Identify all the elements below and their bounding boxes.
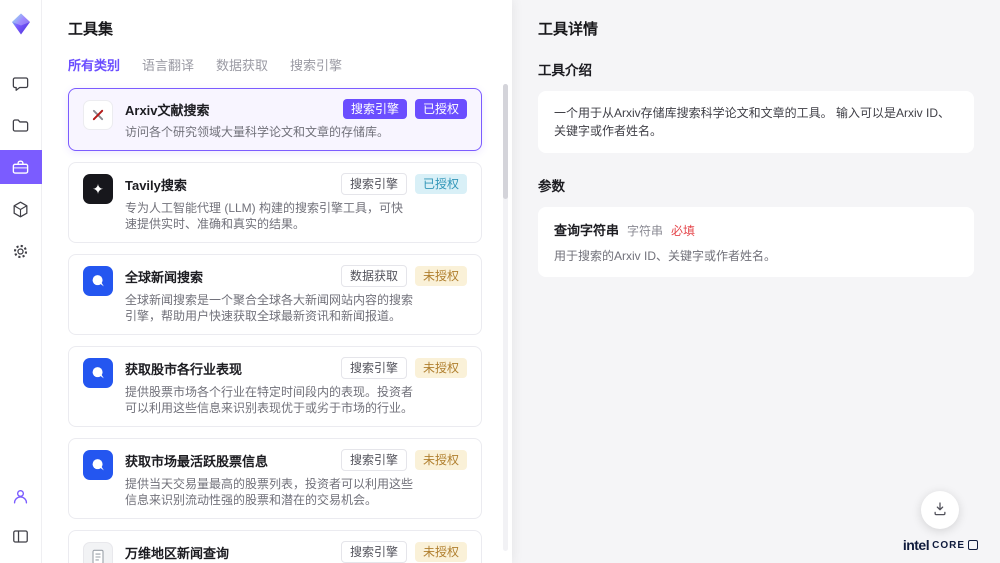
tool-description: 访问各个研究领域大量科学论文和文章的存储库。 [125, 124, 413, 140]
tool-detail-panel: 工具详情 工具介绍 一个用于从Arxiv存储库搜索科学论文和文章的工具。 输入可… [512, 0, 1000, 563]
tool-list-panel: 工具集 所有类别 语言翻译 数据获取 搜索引擎 Arxiv文献搜索 搜索引擎 已… [42, 0, 512, 563]
app-logo-icon[interactable] [9, 12, 33, 36]
tool-card-list: Arxiv文献搜索 搜索引擎 已授权 访问各个研究领域大量科学论文和文章的存储库… [68, 88, 482, 563]
intro-section-title: 工具介绍 [538, 59, 974, 79]
category-badge: 搜索引擎 [341, 449, 407, 471]
sidebar-item-user[interactable] [0, 479, 42, 513]
sidebar-item-plugins[interactable] [0, 192, 42, 226]
sparkle-glyph: ✦ [92, 181, 104, 198]
category-badge: 搜索引擎 [343, 99, 407, 119]
cube-icon [11, 200, 30, 219]
tool-card[interactable]: 获取股市各行业表现 搜索引擎 未授权 提供股票市场各个行业在特定时间段内的表现。… [68, 346, 482, 427]
tool-title: 获取市场最活跃股票信息 [125, 451, 333, 470]
tool-card[interactable]: Arxiv文献搜索 搜索引擎 已授权 访问各个研究领域大量科学论文和文章的存储库… [68, 88, 482, 151]
page-title: 工具集 [68, 18, 482, 39]
param-required-badge: 必填 [671, 222, 695, 239]
tool-card[interactable]: ✦ Tavily搜索 搜索引擎 已授权 专为人工智能代理 (LLM) 构建的搜索… [68, 162, 482, 243]
doc-logo-icon [83, 542, 113, 563]
auth-badge: 未授权 [415, 542, 467, 562]
download-button[interactable] [921, 491, 959, 529]
category-badge: 数据获取 [341, 265, 407, 287]
sidebar-item-chat[interactable] [0, 66, 42, 100]
scrollbar-thumb[interactable] [503, 84, 508, 199]
stock-logo-icon [83, 358, 113, 388]
tool-card[interactable]: 获取市场最活跃股票信息 搜索引擎 未授权 提供当天交易量最高的股票列表，投资者可… [68, 438, 482, 519]
auth-badge: 已授权 [415, 99, 467, 119]
param-description: 用于搜索的Arxiv ID、关键字或作者姓名。 [554, 247, 958, 264]
tool-card[interactable]: 万维地区新闻查询 搜索引擎 未授权 查询具体行政区划内的新闻，快速了解各地新闻动 [68, 530, 482, 563]
tool-title: Tavily搜索 [125, 175, 333, 194]
tool-title: 全球新闻搜索 [125, 267, 333, 286]
panel-layout-icon [11, 527, 30, 546]
user-icon [11, 487, 30, 506]
tab-language-translation[interactable]: 语言翻译 [142, 55, 194, 74]
sidebar [0, 0, 42, 563]
sidebar-nav [0, 66, 41, 268]
params-section-title: 参数 [538, 175, 974, 195]
detail-title: 工具详情 [538, 18, 974, 39]
category-badge: 搜索引擎 [341, 173, 407, 195]
tool-intro-text: 一个用于从Arxiv存储库搜索科学论文和文章的工具。 输入可以是Arxiv ID… [538, 91, 974, 153]
download-icon [931, 500, 949, 521]
chat-icon [11, 74, 30, 93]
tool-title: 获取股市各行业表现 [125, 359, 333, 378]
sidebar-item-files[interactable] [0, 108, 42, 142]
category-badge: 搜索引擎 [341, 357, 407, 379]
tool-card[interactable]: 全球新闻搜索 数据获取 未授权 全球新闻搜索是一个聚合全球各大新闻网站内容的搜索… [68, 254, 482, 335]
tab-all-categories[interactable]: 所有类别 [68, 55, 120, 74]
tool-description: 提供股票市场各个行业在特定时间段内的表现。投资者可以利用这些信息来识别表现优于或… [125, 384, 413, 416]
tool-description: 提供当天交易量最高的股票列表，投资者可以利用这些信息来识别流动性强的股票和潜在的… [125, 476, 413, 508]
scrollbar-track [503, 84, 508, 551]
param-name: 查询字符串 [554, 220, 619, 239]
sidebar-item-settings[interactable] [0, 234, 42, 268]
tool-title: Arxiv文献搜索 [125, 100, 335, 119]
news-logo-icon [83, 266, 113, 296]
intel-core-logo: intel CORE [903, 537, 978, 553]
sidebar-item-tools[interactable] [0, 150, 42, 184]
param-card: 查询字符串 字符串 必填 用于搜索的Arxiv ID、关键字或作者姓名。 [538, 207, 974, 277]
floating-actions: intel CORE [903, 491, 978, 553]
intel-chip-badge [968, 540, 978, 550]
auth-badge: 未授权 [415, 358, 467, 378]
param-type: 字符串 [627, 222, 663, 239]
briefcase-icon [11, 158, 30, 177]
tool-title: 万维地区新闻查询 [125, 543, 333, 562]
tool-description: 全球新闻搜索是一个聚合全球各大新闻网站内容的搜索引擎，帮助用户快速获取全球最新资… [125, 292, 413, 324]
intel-wordmark: intel [903, 537, 929, 553]
auth-badge: 未授权 [415, 266, 467, 286]
sidebar-item-collapse[interactable] [0, 519, 42, 553]
sidebar-bottom [0, 479, 41, 553]
folder-icon [11, 116, 30, 135]
tab-search-engine[interactable]: 搜索引擎 [290, 55, 342, 74]
stock-logo-icon [83, 450, 113, 480]
category-badge: 搜索引擎 [341, 541, 407, 563]
category-tabs: 所有类别 语言翻译 数据获取 搜索引擎 [68, 55, 482, 74]
tab-data-acquisition[interactable]: 数据获取 [216, 55, 268, 74]
tool-description: 专为人工智能代理 (LLM) 构建的搜索引擎工具，可快速提供实时、准确和真实的结… [125, 200, 413, 232]
gear-icon [11, 242, 30, 261]
arxiv-logo-icon [83, 100, 113, 130]
auth-badge: 已授权 [415, 174, 467, 194]
tavily-logo-icon: ✦ [83, 174, 113, 204]
auth-badge: 未授权 [415, 450, 467, 470]
core-wordmark: CORE [932, 540, 965, 551]
